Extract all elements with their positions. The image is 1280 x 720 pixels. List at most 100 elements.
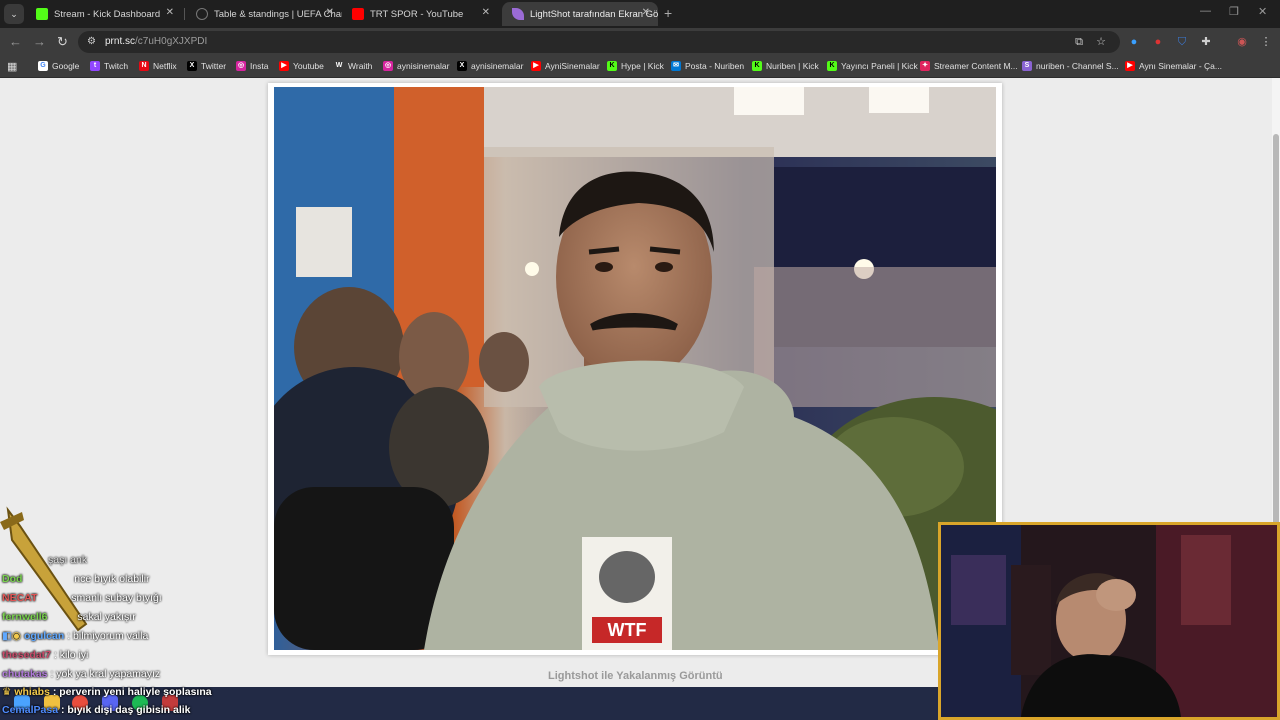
webcam-feed <box>941 525 1277 717</box>
apps-grid-icon[interactable]: ▦ <box>7 61 19 73</box>
bookmark-nuriben-kick[interactable]: K Nuriben | Kick <box>752 61 819 71</box>
twitch-icon: t <box>90 61 100 71</box>
chat-username: NECAT <box>2 592 38 604</box>
bookmark-hype-kick[interactable]: K Hype | Kick <box>607 61 664 71</box>
bookmarks-bar: ▦ G Google t Twitch N Netflix X Twitter ◎ Ins… <box>0 56 1280 78</box>
lightshot-caption: Lightshot ile Yakalanmış Görüntü <box>548 670 723 682</box>
extensions-puzzle-icon[interactable]: ✚ <box>1199 35 1213 49</box>
streamer-webcam <box>938 522 1280 720</box>
bookmark-channel-s[interactable]: Snuriben - Channel S... <box>1022 61 1119 71</box>
bookmark-label: aynisinemalar <box>471 61 524 71</box>
profile-avatar-icon[interactable]: ◉ <box>1235 35 1249 49</box>
close-tab-icon[interactable]: ✕ <box>642 7 650 18</box>
tab-strip: ⌄ Stream - Kick Dashboard ✕ Table & stan… <box>0 0 1280 28</box>
bookmark-ayni-sinemalar-ca[interactable]: ▶ Aynı Sinemalar - Ça... <box>1125 61 1222 71</box>
new-tab-plus-icon[interactable]: + <box>664 5 672 21</box>
tab-uefa-standings[interactable]: Table & standings | UEFA Cham ✕ <box>186 2 342 26</box>
bookmark-insta[interactable]: ◎ Insta <box>236 61 268 71</box>
menu-kebab-icon[interactable]: ⋮ <box>1259 35 1273 49</box>
cast-icon[interactable]: ⧉ <box>1072 35 1086 49</box>
window-close-icon[interactable]: ✕ <box>1258 5 1267 18</box>
site-info-icon[interactable]: ⚙ <box>87 36 96 47</box>
bookmark-aynisinemalar-youtube[interactable]: ▶ AyniSinemalar <box>531 61 600 71</box>
chat-message: chutakas : yok ya kral yapamayız <box>2 668 161 680</box>
tab-kick-dashboard[interactable]: Stream - Kick Dashboard ✕ <box>26 2 182 26</box>
bookmark-wraith[interactable]: W Wraith <box>334 61 372 71</box>
chat-badge-icon: ◧ <box>2 630 12 642</box>
chat-message: NECAT smanlı subay bıyığı <box>2 592 162 604</box>
minimize-icon[interactable]: — <box>1200 5 1211 17</box>
bookmark-label: Netflix <box>153 61 177 71</box>
chat-badge-icon: ◉ <box>11 630 22 642</box>
photo-illustration: WTF <box>274 87 996 650</box>
bookmark-label: Yayıncı Paneli | Kick <box>841 61 918 71</box>
bookmark-label: Twitter <box>201 61 227 71</box>
bookmark-twitch[interactable]: t Twitch <box>90 61 128 71</box>
bookmark-aynisinemalar-insta[interactable]: ◎ aynisinemalar <box>383 61 449 71</box>
bookmark-label: Aynı Sinemalar - Ça... <box>1139 61 1222 71</box>
tab-title: Stream - Kick Dashboard <box>54 8 161 20</box>
tab-search-chevron-icon[interactable]: ⌄ <box>4 4 24 24</box>
instagram-icon: ◎ <box>236 61 246 71</box>
bookmark-label: Google <box>52 61 80 71</box>
reload-icon[interactable]: ↻ <box>57 34 68 50</box>
bookmark-posta-nuriben[interactable]: ✉ Posta - Nuriben <box>671 61 744 71</box>
channel-icon: S <box>1022 61 1032 71</box>
bookmark-label: Twitch <box>104 61 129 71</box>
chat-message: ◧◉ ogulcan : bilmiyorum valla <box>2 630 149 642</box>
bookmark-label: aynisinemalar <box>397 61 450 71</box>
url-path: /c7uH0gXJXPDI <box>135 36 208 47</box>
youtube-icon: ▶ <box>279 61 289 71</box>
bookmark-star-icon[interactable]: ☆ <box>1094 35 1108 49</box>
chat-message: ♛ whiabs : perverin yeni haliyle şoplası… <box>2 686 212 698</box>
bookmark-twitter[interactable]: X Twitter <box>187 61 226 71</box>
uefa-icon <box>196 8 208 20</box>
tab-lightshot[interactable]: LightShot tarafından Ekran Görü ✕ <box>502 2 658 26</box>
youtube-icon: ▶ <box>1125 61 1135 71</box>
tab-title: TRT SPOR - YouTube <box>370 8 464 20</box>
chat-message: CemalPasa : bıyık dişi daş gibisin alik <box>2 704 191 716</box>
maximize-icon[interactable]: ❐ <box>1229 5 1239 18</box>
bookmark-label: Nuriben | Kick <box>766 61 819 71</box>
svg-text:WTF: WTF <box>608 620 647 640</box>
close-tab-icon[interactable]: ✕ <box>326 7 334 18</box>
kick-icon <box>36 8 48 20</box>
bookmark-label: nuriben - Channel S... <box>1036 61 1119 71</box>
kick-icon: K <box>607 61 617 71</box>
bookmark-label: Streamer Content M... <box>934 61 1018 71</box>
bookmark-label: Wraith <box>348 61 373 71</box>
forward-arrow-icon[interactable]: → <box>33 34 46 49</box>
tab-separator <box>184 8 185 20</box>
youtube-icon: ▶ <box>531 61 541 71</box>
back-arrow-icon[interactable]: ← <box>9 34 22 49</box>
address-bar[interactable]: ⚙ prnt.sc/c7uH0gXJXPDI ⧉ ☆ <box>78 31 1120 53</box>
extension-blue-icon[interactable]: ● <box>1127 35 1141 49</box>
bookmark-streamer-content[interactable]: ✦ Streamer Content M... <box>920 61 1018 71</box>
chat-message: şaşı ank <box>48 554 88 566</box>
chat-username: thesedat7 <box>2 649 52 661</box>
close-tab-icon[interactable]: ✕ <box>482 7 490 18</box>
bookmark-label: Youtube <box>293 61 324 71</box>
youtube-icon <box>352 8 364 20</box>
close-tab-icon[interactable]: ✕ <box>166 7 174 18</box>
extension-red-icon[interactable]: ● <box>1151 35 1165 49</box>
chat-username: Dod <box>2 573 23 585</box>
bookmark-label: AyniSinemalar <box>545 61 600 71</box>
bookmark-netflix[interactable]: N Netflix <box>139 61 177 71</box>
url-host: prnt.sc <box>105 36 136 47</box>
chat-username: ogulcan <box>24 630 65 642</box>
tab-trt-spor[interactable]: TRT SPOR - YouTube ✕ <box>342 2 498 26</box>
bookmark-google[interactable]: G Google <box>38 61 79 71</box>
bookmark-yayinci-paneli[interactable]: K Yayıncı Paneli | Kick <box>827 61 918 71</box>
extension-shield-icon[interactable]: ⛉ <box>1175 35 1189 49</box>
bookmark-aynisinemalar-x[interactable]: Xaynisinemalar <box>457 61 523 71</box>
bookmark-youtube[interactable]: ▶ Youtube <box>279 61 324 71</box>
bookmark-label: Posta - Nuriben <box>685 61 745 71</box>
chat-username: CemalPasa <box>2 704 59 716</box>
x-icon: X <box>187 61 197 71</box>
x-icon: X <box>457 61 467 71</box>
chat-username: fernwell6 <box>2 611 48 623</box>
browser-toolbar: ← → ↻ ⚙ prnt.sc/c7uH0gXJXPDI ⧉ ☆ ● ● ⛉ ✚… <box>0 28 1280 56</box>
streamer-content-icon: ✦ <box>920 61 930 71</box>
lightshot-feather-icon <box>512 8 524 20</box>
